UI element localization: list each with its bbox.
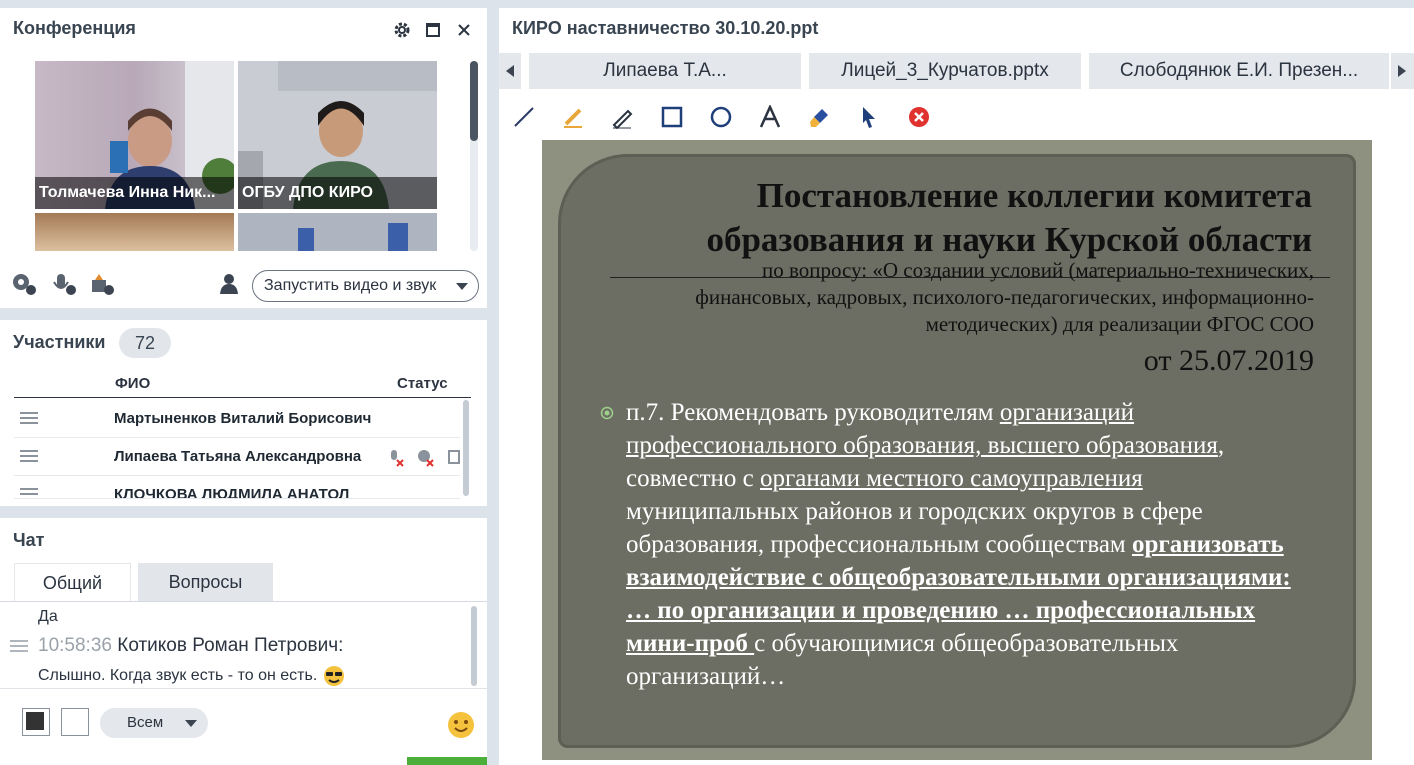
slide-paragraph: п.7. Рекомендовать руководителям организ… <box>626 396 1306 693</box>
drag-handle-icon[interactable] <box>10 640 28 652</box>
chat-message-text: Слышно. Когда звук есть - то он есть. <box>38 667 318 685</box>
start-video-sound-label: Запустить видео и звук <box>264 277 437 294</box>
presentation-tab[interactable]: Липаева Т.А... <box>529 53 801 89</box>
slide-text-underlined: органами местного самоуправления <box>760 465 1143 492</box>
chat-panel: Чат Общий Вопросы Да 10:58:36 Котиков Ро… <box>0 518 487 765</box>
conference-title: Конференция <box>13 18 136 38</box>
chat-message-time: 10:58:36 <box>38 635 112 656</box>
video-caption: Толмачева Инна Ник... <box>35 177 234 209</box>
chat-message-header: 10:58:36 Котиков Роман Петрович: <box>38 635 343 657</box>
participant-name: Липаева Татьяна Александровна <box>114 448 362 465</box>
chevron-down-icon <box>185 720 197 727</box>
video-tile-4[interactable] <box>238 213 437 251</box>
slide-text: муниципальных районов и городских округо… <box>626 498 1203 558</box>
slide: Постановление коллегии комитета образова… <box>542 140 1372 760</box>
pen-tool-icon[interactable] <box>608 104 636 130</box>
presentation-title: КИРО наставничество 30.10.20.ppt <box>512 18 819 38</box>
rectangle-tool-icon[interactable] <box>658 104 686 130</box>
video-tile-2[interactable]: ОГБУ ДПО КИРО <box>238 61 437 209</box>
participant-video-icon <box>298 223 408 251</box>
video-caption: ОГБУ ДПО КИРО <box>238 177 437 209</box>
camera-settings-icon[interactable] <box>10 270 38 298</box>
line-tool-icon[interactable] <box>510 104 538 130</box>
chevron-down-icon <box>456 283 468 290</box>
camera-off-icon[interactable] <box>416 449 434 467</box>
column-header-name[interactable]: ФИО <box>115 375 150 392</box>
presentation-panel: КИРО наставничество 30.10.20.ppt Липаева… <box>499 8 1414 765</box>
close-icon[interactable] <box>450 16 478 44</box>
slide-subtitle-line: финансовых, кадровых, психолого-педагоги… <box>695 285 1314 309</box>
text-tool-icon[interactable] <box>756 104 784 130</box>
chat-message-body: Слышно. Когда звук есть - то он есть. <box>38 665 346 687</box>
participant-row[interactable]: Мартыненков Виталий Борисович <box>14 400 460 438</box>
text-color-picker[interactable] <box>22 708 50 736</box>
bullet-icon <box>600 406 614 420</box>
sound-settings-icon[interactable] <box>88 270 116 298</box>
drag-handle-icon[interactable] <box>20 450 38 462</box>
slide-content: Постановление коллегии комитета образова… <box>558 154 1356 748</box>
slide-text: п.7. Рекомендовать руководителям <box>626 399 1000 426</box>
slide-date: от 25.07.2019 <box>1143 344 1314 377</box>
ellipse-tool-icon[interactable] <box>707 104 735 130</box>
microphone-settings-icon[interactable] <box>50 270 78 298</box>
tabs-scroll-right[interactable] <box>1391 53 1414 89</box>
recipient-label: Всем <box>127 714 164 731</box>
slide-title-line: Постановление коллегии комитета <box>756 176 1312 215</box>
chevron-left-icon <box>506 65 514 77</box>
eraser-tool-icon[interactable] <box>806 104 834 130</box>
chat-message-author[interactable]: Котиков Роман Петрович: <box>117 635 343 656</box>
column-header-status[interactable]: Статус <box>397 375 448 392</box>
highlighter-tool-icon[interactable] <box>559 104 587 130</box>
video-tile-3[interactable] <box>35 213 234 251</box>
video-scrollbar[interactable] <box>470 61 478 251</box>
slide-subtitle-line: по вопросу: «О создании условий (материа… <box>762 258 1314 282</box>
presentation-tab[interactable]: Лицей_3_Курчатов.pptx <box>809 53 1081 89</box>
chat-message-text: Да <box>38 608 58 625</box>
presentation-tab[interactable]: Слободянюк Е.И. Презен... <box>1089 53 1389 89</box>
pointer-tool-icon[interactable] <box>855 104 883 130</box>
chevron-right-icon <box>1398 65 1406 77</box>
start-video-sound-button[interactable]: Запустить видео и звук <box>252 270 479 302</box>
screen-share-icon[interactable] <box>448 450 460 466</box>
send-button[interactable] <box>407 757 487 765</box>
recipient-select[interactable]: Всем <box>100 708 208 738</box>
maximize-icon[interactable] <box>419 16 447 44</box>
participant-row[interactable]: Липаева Татьяна Александровна <box>14 438 460 476</box>
video-tile-1[interactable]: Толмачева Инна Ник... <box>35 61 234 209</box>
participants-title: Участники <box>13 332 106 352</box>
clear-drawing-icon[interactable] <box>905 104 933 130</box>
participants-count-badge: 72 <box>119 328 171 358</box>
chat-messages: Да 10:58:36 Котиков Роман Петрович: Слыш… <box>0 601 487 689</box>
participants-scrollbar[interactable] <box>463 400 469 496</box>
slide-title-line: образования и науки Курской области <box>706 220 1312 259</box>
user-icon[interactable] <box>215 270 243 298</box>
smiley-emoji-icon[interactable] <box>447 711 475 739</box>
tab-general[interactable]: Общий <box>14 563 131 602</box>
sunglasses-emoji-icon <box>323 666 344 686</box>
settings-gear-icon[interactable] <box>388 16 416 44</box>
drag-handle-icon[interactable] <box>20 488 38 499</box>
participant-row[interactable]: КЛОЧКОВА ЛЮДМИЛА АНАТОЛ <box>14 476 460 499</box>
participant-name: Мартыненков Виталий Борисович <box>114 410 372 427</box>
conference-panel: Конференция Толмачева Инна Ник... ОГБУ Д… <box>0 8 487 308</box>
participants-panel: Участники 72 ФИО Статус Мартыненков Вита… <box>0 320 487 506</box>
background-color-picker[interactable] <box>61 708 89 736</box>
participant-name: КЛОЧКОВА ЛЮДМИЛА АНАТОЛ <box>114 486 350 499</box>
microphone-off-icon[interactable] <box>386 449 404 467</box>
tab-questions[interactable]: Вопросы <box>138 563 273 601</box>
chat-title: Чат <box>13 530 45 550</box>
tabs-scroll-left[interactable] <box>499 53 521 89</box>
slide-subtitle-line: методических) для реализации ФГОС СОО <box>925 312 1314 336</box>
chat-scrollbar[interactable] <box>471 606 477 686</box>
drag-handle-icon[interactable] <box>20 412 38 424</box>
